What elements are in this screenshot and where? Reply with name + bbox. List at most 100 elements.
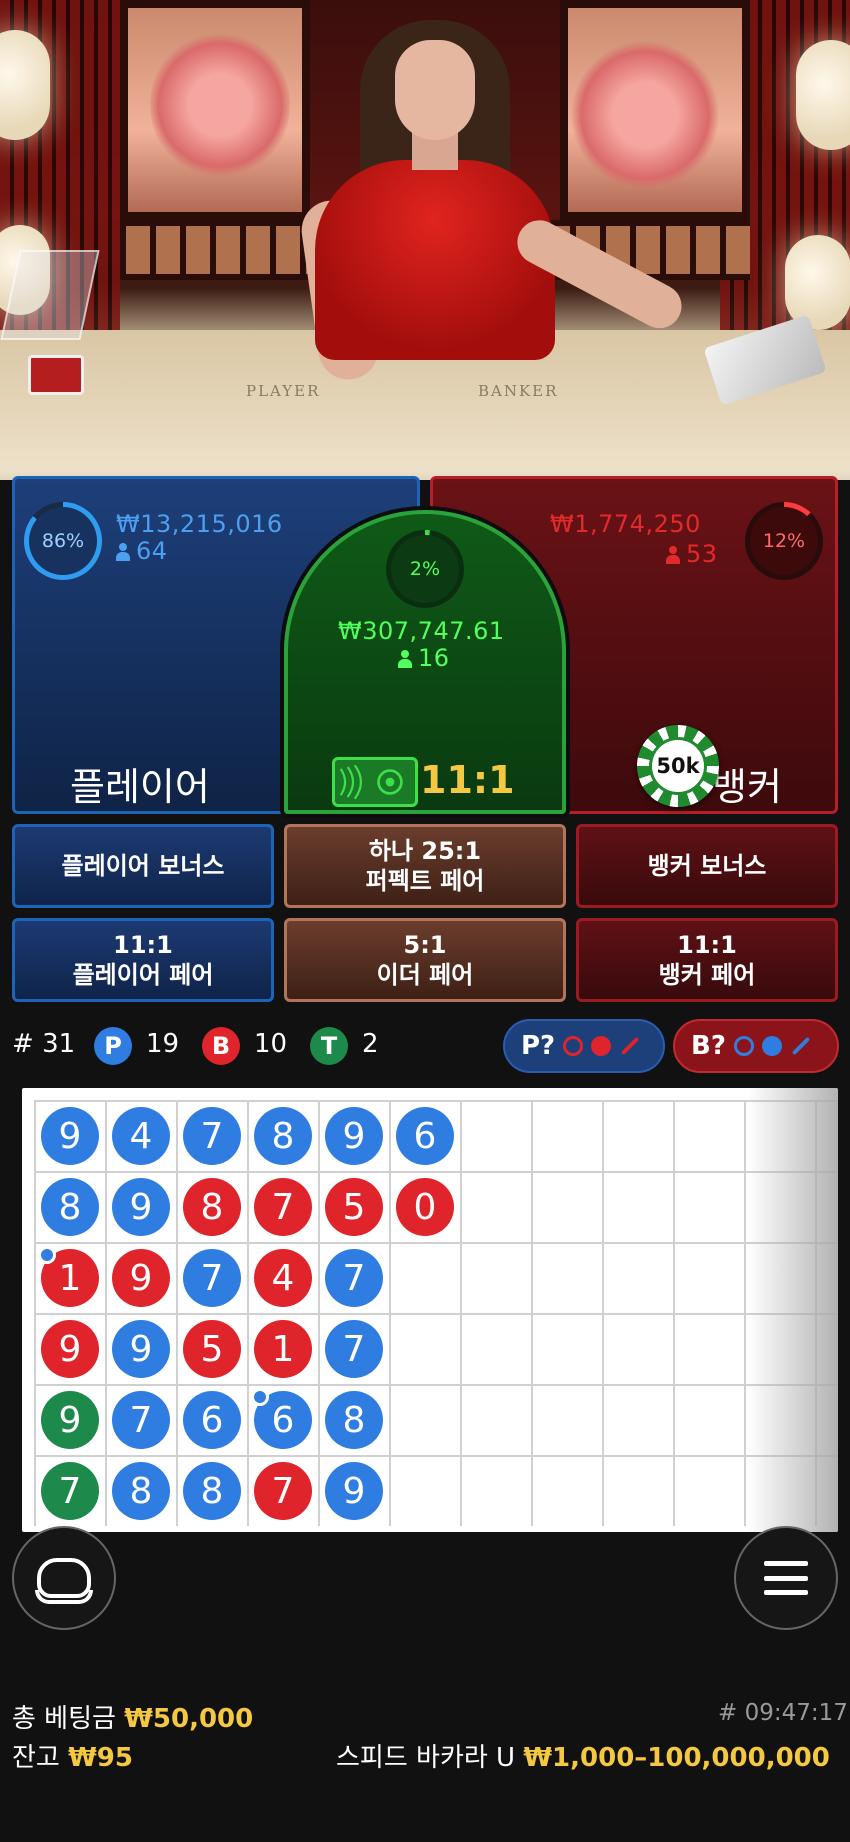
bead: 9	[41, 1320, 99, 1378]
balance-value: ₩95	[68, 1743, 133, 1773]
bead-road[interactable]: 9 8 1 9 9 7 4 9 9 9 7 8 7 8 7 5 6 8 8 7 4 1 6 7 9 5 7 7 8 9 6 0	[22, 1088, 838, 1532]
road-stats-row: # 31 P 19 B 10 T 2 P? B?	[0, 1015, 850, 1077]
bead-value: 9	[342, 1115, 366, 1157]
player-pair-label: 플레이어 페어	[72, 961, 214, 989]
bead: 9	[41, 1391, 99, 1449]
player-prediction-button[interactable]: P?	[503, 1019, 665, 1073]
bead-value: 7	[58, 1470, 82, 1512]
bead: 7	[325, 1320, 383, 1378]
either-pair-label: 이더 페어	[376, 961, 474, 989]
bead-value: 8	[200, 1186, 224, 1228]
tie-tile-icon	[332, 757, 418, 807]
player-prediction-label: P?	[521, 1031, 556, 1061]
bead-value: 8	[58, 1186, 82, 1228]
dealer-dress	[315, 160, 555, 360]
bead: 5	[325, 1178, 383, 1236]
player-bonus-label: 플레이어 보너스	[61, 852, 225, 880]
person-icon	[116, 543, 130, 561]
lobby-button[interactable]	[12, 1526, 116, 1630]
bead: 0	[396, 1178, 454, 1236]
player-title: 플레이어	[70, 765, 210, 809]
pair-dot	[38, 1246, 56, 1264]
bead-value: 7	[342, 1328, 366, 1370]
bead-value: 8	[342, 1399, 366, 1441]
total-bet: 총 베팅금 ₩50,000	[12, 1698, 253, 1735]
clock: # 09:47:17	[718, 1700, 848, 1726]
tie-percent: 2%	[409, 558, 441, 580]
bead-value: 7	[129, 1399, 153, 1441]
banker-pair-button[interactable]: 11:1 뱅커 페어	[576, 918, 838, 1002]
menu-button[interactable]	[734, 1526, 838, 1630]
balance: 잔고 ₩95	[12, 1737, 133, 1774]
cockroach-icon	[620, 1036, 640, 1056]
banker-player-count: 53	[686, 540, 718, 568]
balance-label: 잔고	[12, 1743, 60, 1773]
lantern-left-top	[0, 30, 50, 140]
banker-pair-label: 뱅커 페어	[658, 961, 756, 989]
bead: 8	[325, 1391, 383, 1449]
bead: 5	[183, 1320, 241, 1378]
table-label-player: PLAYER	[246, 382, 321, 400]
bead: 6	[251, 1388, 312, 1449]
banker-title: 뱅커	[712, 765, 782, 809]
banker-bet-amount: ₩1,774,250	[550, 510, 701, 538]
bead: 9	[41, 1107, 99, 1165]
bead-value: 9	[58, 1399, 82, 1441]
bead-value: 4	[271, 1257, 295, 1299]
bead-value: 1	[58, 1257, 82, 1299]
tie-player-count-row: 16	[398, 644, 450, 672]
bead: 7	[254, 1462, 312, 1520]
banker-prediction-label: B?	[691, 1031, 726, 1061]
bead-value: 8	[271, 1115, 295, 1157]
bead: 7	[325, 1249, 383, 1307]
small-road-icon	[761, 1036, 782, 1056]
total-bet-label: 총 베팅금	[12, 1704, 116, 1734]
banker-wins-count: 10	[254, 1029, 288, 1059]
person-icon	[666, 546, 680, 564]
banker-bonus-button[interactable]: 뱅커 보너스	[576, 824, 838, 908]
banker-bonus-label: 뱅커 보너스	[647, 852, 767, 880]
bead: 7	[112, 1391, 170, 1449]
banker-pair-odds: 11:1	[677, 931, 737, 959]
bead: 8	[183, 1462, 241, 1520]
either-pair-odds: 5:1	[403, 931, 447, 959]
bead: 7	[41, 1462, 99, 1520]
either-pair-button[interactable]: 5:1 이더 페어	[284, 918, 566, 1002]
bead-value: 9	[58, 1115, 82, 1157]
banker-player-count-row: 53	[666, 540, 718, 568]
banker-percent: 12%	[762, 530, 806, 552]
player-bonus-button[interactable]: 플레이어 보너스	[12, 824, 274, 908]
player-pair-odds: 11:1	[113, 931, 173, 959]
person-icon	[398, 650, 412, 668]
bead-value: 7	[271, 1186, 295, 1228]
perfect-pair-label: 퍼펙트 페어	[365, 867, 485, 895]
bead: 8	[183, 1178, 241, 1236]
table-limits: ₩1,000–100,000,000	[523, 1743, 830, 1773]
player-player-count-row: 64	[116, 537, 168, 565]
lobby-icon	[35, 1558, 93, 1604]
perfect-pair-odds: 하나 25:1	[368, 837, 482, 865]
player-bet-amount: ₩13,215,016	[116, 510, 283, 538]
bead: 9	[325, 1107, 383, 1165]
player-pair-button[interactable]: 11:1 플레이어 페어	[12, 918, 274, 1002]
bead: 7	[254, 1178, 312, 1236]
bead-value: 7	[200, 1257, 224, 1299]
bead-value: 8	[129, 1470, 153, 1512]
lantern-right-top	[796, 40, 850, 150]
bead-value: 0	[413, 1186, 437, 1228]
bead-value: 9	[129, 1257, 153, 1299]
bead-value: 7	[200, 1115, 224, 1157]
chip-50k[interactable]: 50k	[637, 725, 719, 807]
bead-value: 6	[271, 1399, 295, 1441]
perfect-pair-button[interactable]: 하나 25:1 퍼펙트 페어	[284, 824, 566, 908]
bead-value: 5	[342, 1186, 366, 1228]
bead-road-scroll-fade	[748, 1088, 838, 1532]
blossom-right	[570, 40, 720, 190]
banker-prediction-button[interactable]: B?	[673, 1019, 839, 1073]
bead-value: 1	[271, 1328, 295, 1370]
banker-wins-badge: B	[202, 1027, 240, 1065]
tie-payout: 11:1	[420, 758, 515, 802]
player-wins-badge: P	[94, 1027, 132, 1065]
game-info: 스피드 바카라 U ₩1,000–100,000,000	[336, 1737, 830, 1774]
player-player-count: 64	[136, 537, 168, 565]
